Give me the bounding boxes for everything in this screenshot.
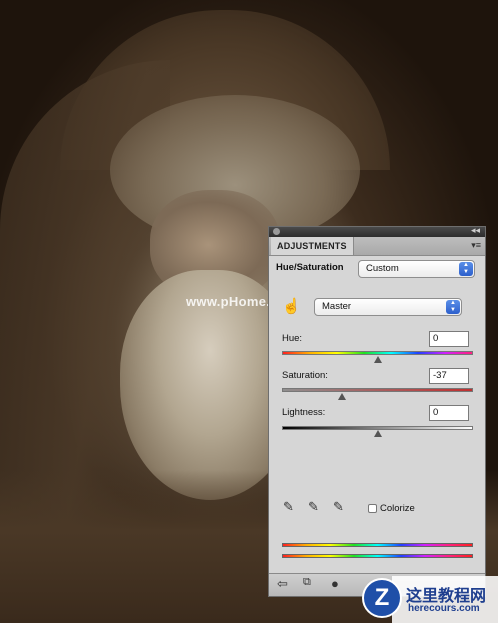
site-logo: Z 这里教程网 herecours.com	[362, 576, 498, 623]
panel-tabs: ADJUSTMENTS ▾≡	[269, 237, 485, 256]
layer-mask-icon[interactable]: ●	[331, 576, 339, 591]
tab-adjustments[interactable]: ADJUSTMENTS	[271, 237, 354, 255]
channel-select[interactable]: Master ▲ ▼	[314, 298, 462, 316]
saturation-input[interactable]: -37	[429, 368, 469, 384]
preset-value: Custom	[366, 263, 399, 274]
lightness-label: Lightness:	[282, 407, 326, 418]
select-arrows-icon: ▲ ▼	[446, 300, 460, 314]
back-arrow-icon[interactable]: ⇦	[277, 576, 288, 592]
source-color-bar	[282, 543, 473, 547]
hue-slider-thumb[interactable]	[373, 356, 382, 363]
colorize-label: Colorize	[380, 503, 415, 514]
result-color-bar	[282, 554, 473, 558]
hue-label: Hue:	[282, 333, 303, 344]
saturation-label: Saturation:	[282, 370, 328, 381]
collapse-icon[interactable]: ◂◂	[471, 225, 480, 236]
close-icon[interactable]	[273, 228, 280, 235]
logo-badge-icon: Z	[362, 578, 402, 618]
expand-view-icon[interactable]: ⧉	[303, 576, 311, 589]
eyedropper-icon[interactable]: ✎	[283, 499, 294, 515]
saturation-slider-thumb[interactable]	[338, 393, 347, 400]
hue-input[interactable]: 0	[429, 331, 469, 347]
colorize-checkbox[interactable]	[368, 504, 377, 513]
lightness-input[interactable]: 0	[429, 405, 469, 421]
channel-value: Master	[322, 301, 352, 312]
preset-select[interactable]: Custom ▲ ▼	[358, 260, 475, 278]
logo-site-url: herecours.com	[408, 603, 480, 614]
adjustment-title: Hue/Saturation	[276, 262, 344, 273]
panel-titlebar[interactable]: ◂◂	[269, 225, 485, 237]
adjustments-panel: ◂◂ ADJUSTMENTS ▾≡ Hue/Saturation Custom …	[268, 225, 486, 597]
hue-slider-track[interactable]	[282, 351, 473, 355]
eyedropper-plus-icon[interactable]: ✎	[308, 499, 319, 515]
lightness-slider-thumb[interactable]	[373, 430, 382, 437]
hand-tool-icon[interactable]: ☝	[282, 297, 301, 315]
panel-menu-icon[interactable]: ▾≡	[471, 240, 481, 251]
eyedropper-minus-icon[interactable]: ✎	[333, 499, 344, 515]
saturation-slider-track[interactable]	[282, 388, 473, 392]
select-arrows-icon: ▲ ▼	[459, 262, 473, 276]
